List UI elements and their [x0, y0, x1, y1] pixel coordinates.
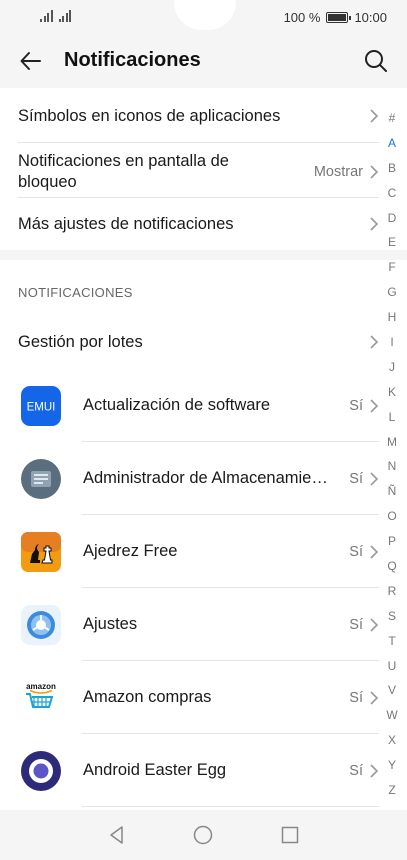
- section-header: NOTIFICACIONES: [18, 285, 133, 300]
- chevron-right-icon: [370, 165, 379, 179]
- amazon-logo-text: amazon: [26, 682, 56, 691]
- emui-icon: EMUI: [21, 385, 61, 426]
- index-letter[interactable]: Y: [388, 753, 396, 778]
- index-letter[interactable]: W: [386, 703, 397, 728]
- index-letter[interactable]: R: [388, 579, 397, 604]
- index-letter[interactable]: G: [387, 280, 396, 305]
- index-letter[interactable]: L: [389, 405, 396, 430]
- index-letter[interactable]: T: [388, 629, 395, 654]
- divider: [82, 806, 379, 807]
- index-letter[interactable]: I: [390, 330, 393, 355]
- easter-egg-icon: [21, 750, 61, 791]
- app-status: Sí: [349, 616, 363, 633]
- index-letter[interactable]: V: [388, 678, 396, 703]
- index-letter[interactable]: A: [388, 131, 396, 156]
- index-letter[interactable]: J: [389, 355, 395, 380]
- batch-management-row[interactable]: Gestión por lotes: [18, 328, 379, 356]
- app-name: Administrador de Almacenamiento: [83, 469, 333, 487]
- signal-icon: [58, 10, 71, 22]
- app-row-android-easter-egg[interactable]: Android Easter Egg Sí: [18, 734, 379, 807]
- chevron-right-icon: [370, 763, 379, 778]
- chevron-right-icon: [370, 335, 379, 349]
- app-name: Ajustes: [83, 615, 138, 633]
- index-letter[interactable]: Z: [388, 778, 395, 803]
- square-recents-icon[interactable]: [279, 824, 301, 846]
- app-header: Notificaciones: [0, 36, 407, 88]
- app-status: Sí: [349, 397, 363, 414]
- divider: [18, 142, 379, 143]
- app-row-chess-free[interactable]: Ajedrez Free Sí: [18, 515, 379, 588]
- general-settings-card: Símbolos en iconos de aplicaciones Notif…: [0, 88, 407, 250]
- chess-icon: [21, 531, 61, 572]
- page-title: Notificaciones: [64, 49, 201, 71]
- chevron-right-icon: [370, 471, 379, 486]
- app-name: Actualización de software: [83, 396, 271, 414]
- row-label: Más ajustes de notificaciones: [18, 214, 234, 233]
- battery-percent: 100 %: [283, 10, 321, 25]
- app-name: Amazon compras: [83, 688, 212, 706]
- index-letter[interactable]: P: [388, 529, 396, 554]
- chevron-right-icon: [370, 398, 379, 413]
- more-notification-settings-row[interactable]: Más ajustes de notificaciones: [18, 210, 379, 238]
- lock-screen-notifications-row[interactable]: Notificaciones en pantalla de bloqueo Mo…: [18, 149, 379, 195]
- row-label: Gestión por lotes: [18, 332, 143, 351]
- settings-gear-icon: [21, 604, 61, 645]
- index-letter[interactable]: C: [388, 181, 397, 206]
- triangle-back-icon[interactable]: [106, 824, 128, 846]
- index-letter[interactable]: N: [388, 454, 397, 479]
- index-letter[interactable]: #: [389, 106, 396, 131]
- app-status: Sí: [349, 689, 363, 706]
- app-row-software-update[interactable]: EMUI Actualización de software Sí: [18, 369, 379, 442]
- app-name: Android Easter Egg: [83, 761, 227, 779]
- status-bar: 100 % 10:00: [0, 0, 407, 36]
- index-letter[interactable]: Ñ: [388, 479, 397, 504]
- camera-notch: [174, 0, 236, 30]
- row-value: Mostrar: [313, 164, 363, 180]
- chevron-right-icon: [370, 690, 379, 705]
- battery-icon: [326, 12, 352, 23]
- row-label: Símbolos en iconos de aplicaciones: [18, 106, 281, 125]
- index-letter[interactable]: U: [388, 654, 397, 679]
- chevron-right-icon: [370, 217, 379, 231]
- navigation-bar: [0, 810, 407, 860]
- app-icon-badges-row[interactable]: Símbolos en iconos de aplicaciones: [18, 102, 379, 130]
- index-letter[interactable]: Q: [387, 554, 396, 579]
- storage-manager-icon: [21, 458, 61, 499]
- clock: 10:00: [354, 10, 387, 25]
- index-letter[interactable]: S: [388, 604, 396, 629]
- row-label: Notificaciones en pantalla de bloqueo: [18, 152, 229, 191]
- index-letter[interactable]: K: [388, 380, 396, 405]
- index-letter[interactable]: O: [387, 504, 396, 529]
- divider: [18, 197, 379, 198]
- emui-logo-text: EMUI: [27, 401, 56, 413]
- circle-home-icon[interactable]: [192, 824, 214, 846]
- status-right: 100 % 10:00: [284, 10, 387, 25]
- amazon-icon: amazon: [21, 677, 61, 718]
- signal-icon: [40, 10, 53, 22]
- search-icon[interactable]: [363, 48, 389, 74]
- app-status: Sí: [349, 762, 363, 779]
- app-row-settings[interactable]: Ajustes Sí: [18, 588, 379, 661]
- index-letter[interactable]: D: [388, 206, 397, 231]
- chevron-right-icon: [370, 544, 379, 559]
- chevron-right-icon: [370, 617, 379, 632]
- app-row-storage-manager[interactable]: Administrador de Almacenamiento Sí: [18, 442, 379, 515]
- index-letter[interactable]: B: [388, 156, 396, 181]
- index-letter[interactable]: F: [388, 255, 395, 280]
- chevron-right-icon: [370, 109, 379, 123]
- index-letter[interactable]: X: [388, 728, 396, 753]
- index-letter[interactable]: E: [388, 230, 396, 255]
- signal-icons: [40, 10, 71, 22]
- alphabet-index[interactable]: # A B C D E F G H I J K L M N Ñ O P Q R S T U V W X Y Z: [385, 106, 399, 803]
- app-status: Sí: [349, 543, 363, 560]
- index-letter[interactable]: M: [387, 430, 397, 455]
- index-letter[interactable]: H: [388, 305, 397, 330]
- app-status: Sí: [349, 470, 363, 487]
- arrow-left-icon[interactable]: [18, 48, 44, 74]
- app-row-amazon[interactable]: amazon Amazon compras Sí: [18, 661, 379, 734]
- app-name: Ajedrez Free: [83, 542, 178, 560]
